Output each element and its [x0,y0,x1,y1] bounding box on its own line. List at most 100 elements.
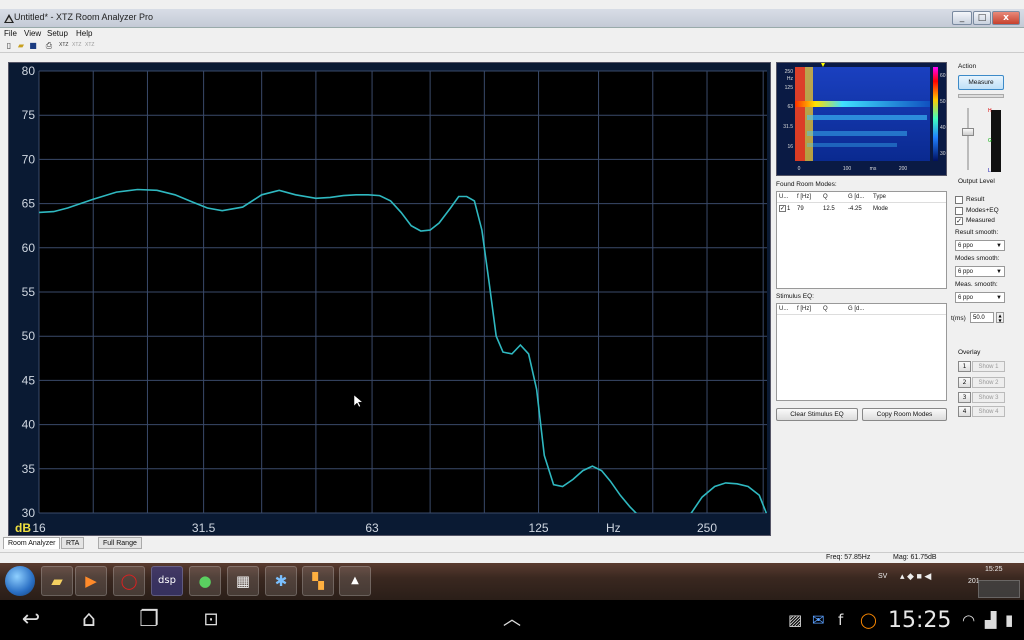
menu-bar: File View Setup Help [0,28,1024,40]
result-smooth-select[interactable]: 6 ppo ▼ [955,240,1005,251]
back-icon[interactable]: ↩ [14,600,48,640]
recent-apps-icon[interactable]: ❐ [132,600,166,640]
col-q[interactable]: Q [823,194,828,200]
clear-stimulus-eq-button[interactable]: Clear Stimulus EQ [776,408,858,421]
tab-full-range[interactable]: Full Range [98,537,142,549]
dsp-icon[interactable]: dsp [151,566,183,596]
col-freq[interactable]: f [Hz] [797,194,811,200]
xtz-stim-icon[interactable]: XTZ [59,42,68,48]
col-freq[interactable]: f [Hz] [797,306,811,312]
output-level-track [967,108,969,170]
show-2-button[interactable]: Show 2 [972,377,1005,388]
output-level-slider[interactable] [962,128,974,136]
tab-room-analyzer[interactable]: Room Analyzer [3,537,61,549]
time-label: t(ms) [951,315,966,322]
menu-file[interactable]: File [4,29,17,38]
menu-help[interactable]: Help [76,29,92,38]
y-tick-label: 30 [22,506,36,520]
table-row[interactable]: ✓ 1 79 12.5 -4.25 Mode [777,204,946,214]
colorbar-label: 40 [940,125,946,131]
overlay-title: Overlay [958,349,981,356]
media-player-icon[interactable]: ▶ [75,566,107,596]
office-icon[interactable]: ▚ [302,566,334,596]
decay-band [807,131,907,136]
colorbar-label: 30 [940,151,946,157]
overlay-4-button[interactable]: 4 [958,406,971,417]
spectrogram-canvas: 250Hz 125 63 31.5 16 0 100 ms 200 60 50 40 30 [783,63,946,172]
modes-eq-checkbox[interactable] [955,207,963,215]
col-use[interactable]: U... [779,194,788,200]
overlay-1-button[interactable]: 1 [958,361,971,372]
spotify-icon[interactable]: ● [189,566,221,596]
frequency-response-graph[interactable]: 80 75 70 65 60 55 50 45 40 35 30 16 31.5 63 125 Hz 250 dB [8,62,771,536]
y-tick-label: 70 [22,152,36,166]
save-icon[interactable]: ■ [28,41,38,51]
modes-smooth-value: 6 ppo [958,269,974,275]
signal-icon: ▟ [985,611,997,629]
close-button[interactable]: x [992,11,1020,25]
stimulus-eq-title: Stimulus EQ: [776,293,814,300]
android-navbar: ↩ ⌂ ❐ ⊡ ︿ ▨ ✉ f ◯ 15:25 ◠ ▟ ▮ [0,600,1024,640]
show-3-button[interactable]: Show 3 [972,392,1005,403]
tray-icons[interactable]: ▴ ◆ ■ ◀ [900,571,931,582]
spectrogram-x-label: ms [870,166,877,172]
tab-rta[interactable]: RTA [61,537,85,549]
time-input[interactable]: 50.0 [970,312,994,323]
spectrogram-panel[interactable]: 250 Hz 125 63 31.5 16 0 100 ms 200 60 50 40 30 [776,62,947,176]
mode-checkbox[interactable]: ✓ [779,205,786,212]
col-gain[interactable]: G [d... [848,306,864,312]
xtz-icon[interactable]: ▲ [339,566,371,596]
x-tick-label: 63 [365,521,379,535]
x-tick-label: 16 [32,521,46,535]
measured-checkbox[interactable]: ✓ [955,217,963,225]
menu-setup[interactable]: Setup [47,29,68,38]
overlay-2-button[interactable]: 2 [958,377,971,388]
time-spinner[interactable]: ▲ ▼ [996,312,1004,323]
open-icon[interactable]: ▰ [16,41,26,51]
wifi-icon: ◠ [962,611,976,629]
opera-icon[interactable]: ◯ [113,566,145,596]
col-q[interactable]: Q [823,306,828,312]
show-4-button[interactable]: Show 4 [972,406,1005,417]
y-unit-label: dB [15,521,31,535]
new-icon[interactable]: ▯ [4,41,14,51]
menu-view[interactable]: View [24,29,41,38]
y-tick-label: 60 [22,241,36,255]
x-tick-label: Hz [606,521,621,535]
meas-smooth-select[interactable]: 6 ppo ▼ [955,292,1005,303]
room-modes-table[interactable]: U... f [Hz] Q G [d... Type ✓ 1 79 12.5 -… [776,191,947,289]
stimulus-eq-table[interactable]: U... f [Hz] Q G [d... [776,303,947,401]
screenshot-icon[interactable]: ⊡ [194,600,228,640]
home-icon[interactable]: ⌂ [72,600,106,640]
show-1-button[interactable]: Show 1 [972,361,1005,372]
chevron-up-icon[interactable]: ︿ [495,600,529,640]
col-use[interactable]: U... [779,306,788,312]
mode-gain: -4.25 [848,206,862,212]
explorer-icon[interactable]: ▰ [41,566,73,596]
mode-band [795,101,930,107]
maximize-button[interactable]: □ [973,11,991,25]
col-type[interactable]: Type [873,194,886,200]
language-indicator[interactable]: SV [878,573,887,580]
print-icon[interactable]: ⎙ [44,41,54,51]
graph-canvas[interactable]: 80 75 70 65 60 55 50 45 40 35 3016 31.5 63 125 Hz 250 dB [9,63,770,535]
measure-button[interactable]: Measure [958,75,1004,90]
start-button[interactable] [5,566,35,596]
mode-num: 1 [787,206,791,212]
window-title: Untitled* - XTZ Room Analyzer Pro [14,12,154,22]
copy-room-modes-button[interactable]: Copy Room Modes [862,408,947,421]
overlay-3-button[interactable]: 3 [958,392,971,403]
xtz-rta-icon[interactable]: XTZ [72,42,81,48]
measured-label: Measured [966,217,995,224]
network-icon[interactable]: ✱ [265,566,297,596]
xtz-seq-icon[interactable]: XTZ [85,42,94,48]
colorbar-label: 60 [940,73,946,79]
minimize-button[interactable]: _ [952,11,972,25]
spectrogram-x-label: 100 [843,166,852,172]
y-tick-label: 40 [22,418,36,432]
calculator-icon[interactable]: ▦ [227,566,259,596]
result-checkbox[interactable] [955,196,963,204]
modes-smooth-select[interactable]: 6 ppo ▼ [955,266,1005,277]
col-gain[interactable]: G [d... [848,194,864,200]
keyboard-popup[interactable] [978,580,1020,598]
